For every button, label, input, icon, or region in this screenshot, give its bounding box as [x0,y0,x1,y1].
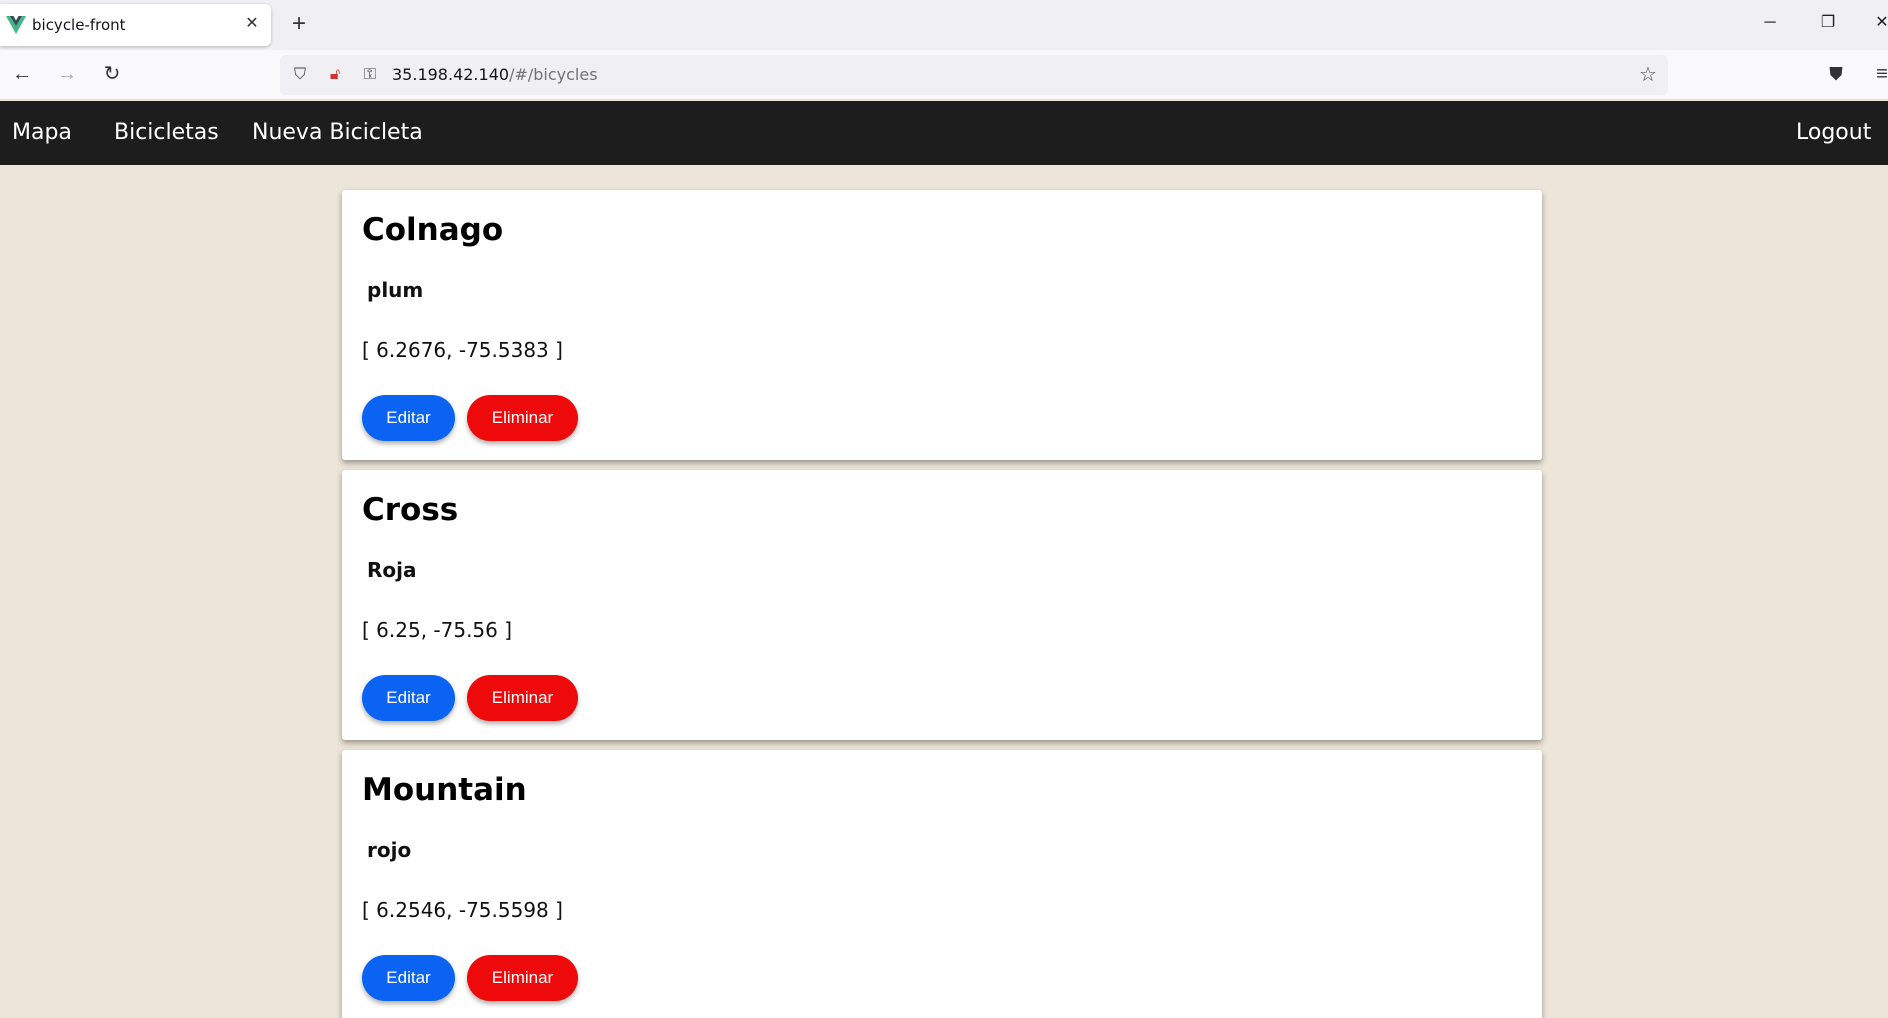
bicycle-location: [ 6.25, -75.56 ] [362,618,513,642]
reload-icon[interactable]: ↻ [98,60,126,88]
edit-button[interactable]: Editar [362,955,455,1001]
back-arrow-icon[interactable]: ← [8,60,36,88]
url-text[interactable]: 35.198.42.140/#/bicycles [392,65,598,84]
minimize-icon[interactable]: ─ [1750,8,1790,38]
browser-nav-bar: ← → ↻ ⛉ 🔓︎ ⚿ 35.198.42.140/#/bicycles ☆ … [0,50,1888,100]
pocket-icon[interactable]: ⛊ [1822,60,1850,88]
forward-arrow-icon[interactable]: → [53,60,81,88]
bicycle-model: Mountain [362,772,527,808]
edit-button[interactable]: Editar [362,675,455,721]
bicycle-color: plum [367,278,424,302]
insecure-lock-icon[interactable]: 🔓︎ [323,63,347,87]
delete-button[interactable]: Eliminar [467,395,578,441]
close-icon[interactable]: ✕ [240,12,264,36]
nav-link-nueva-bicicleta[interactable]: Nueva Bicicleta [252,120,423,145]
nav-link-mapa[interactable]: Mapa [12,120,72,145]
edit-button[interactable]: Editar [362,395,455,441]
bicycle-card: Mountain rojo [ 6.2546, -75.5598 ] Edita… [342,750,1542,1018]
bicycle-card: Cross Roja [ 6.25, -75.56 ] Editar Elimi… [342,470,1542,740]
delete-button[interactable]: Eliminar [467,955,578,1001]
key-icon[interactable]: ⚿ [358,63,382,87]
plus-icon[interactable]: + [284,10,314,40]
bicycle-model: Colnago [362,212,504,248]
browser-tab[interactable]: bicycle-front ✕ [0,4,271,46]
window-close-icon[interactable]: ✕ [1862,8,1888,38]
vue-logo-icon [6,16,26,34]
bicycle-color: rojo [367,838,412,862]
bicycle-card: Colnago plum [ 6.2676, -75.5383 ] Editar… [342,190,1542,460]
url-path: /#/bicycles [509,65,598,84]
url-bar[interactable]: ⛉ 🔓︎ ⚿ 35.198.42.140/#/bicycles ☆ [280,55,1668,95]
delete-button[interactable]: Eliminar [467,675,578,721]
star-icon[interactable]: ☆ [1636,63,1660,87]
nav-link-bicicletas[interactable]: Bicicletas [114,120,219,145]
restore-icon[interactable]: ❐ [1808,8,1848,38]
tab-title: bicycle-front [32,16,126,34]
app-navbar: Mapa Bicicletas Nueva Bicicleta Logout [0,101,1888,165]
bicycle-location: [ 6.2676, -75.5383 ] [362,338,563,362]
bicycle-model: Cross [362,492,459,528]
hamburger-menu-icon[interactable]: ≡ [1868,60,1888,88]
bicycle-color: Roja [367,558,417,582]
logout-link[interactable]: Logout [1796,120,1871,145]
url-host: 35.198.42.140 [392,65,510,84]
bicycle-location: [ 6.2546, -75.5598 ] [362,898,563,922]
shield-icon[interactable]: ⛉ [288,63,312,87]
browser-tab-bar: bicycle-front ✕ + ─ ❐ ✕ [0,0,1888,50]
